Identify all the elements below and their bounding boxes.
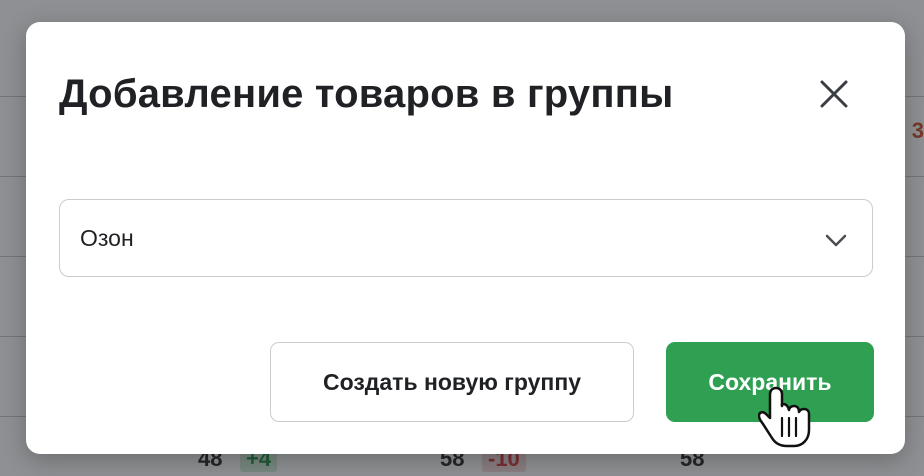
create-new-group-button[interactable]: Создать новую группу [270,342,634,422]
close-icon [820,80,848,108]
group-select-value: Озон [80,224,134,251]
add-products-to-groups-dialog: Добавление товаров в группы Озон Создать… [26,22,905,454]
dialog-title: Добавление товаров в группы [59,72,674,116]
chevron-down-icon [822,226,850,254]
close-button[interactable] [812,72,856,116]
save-button[interactable]: Сохранить [666,342,874,422]
group-select[interactable]: Озон [59,199,873,277]
